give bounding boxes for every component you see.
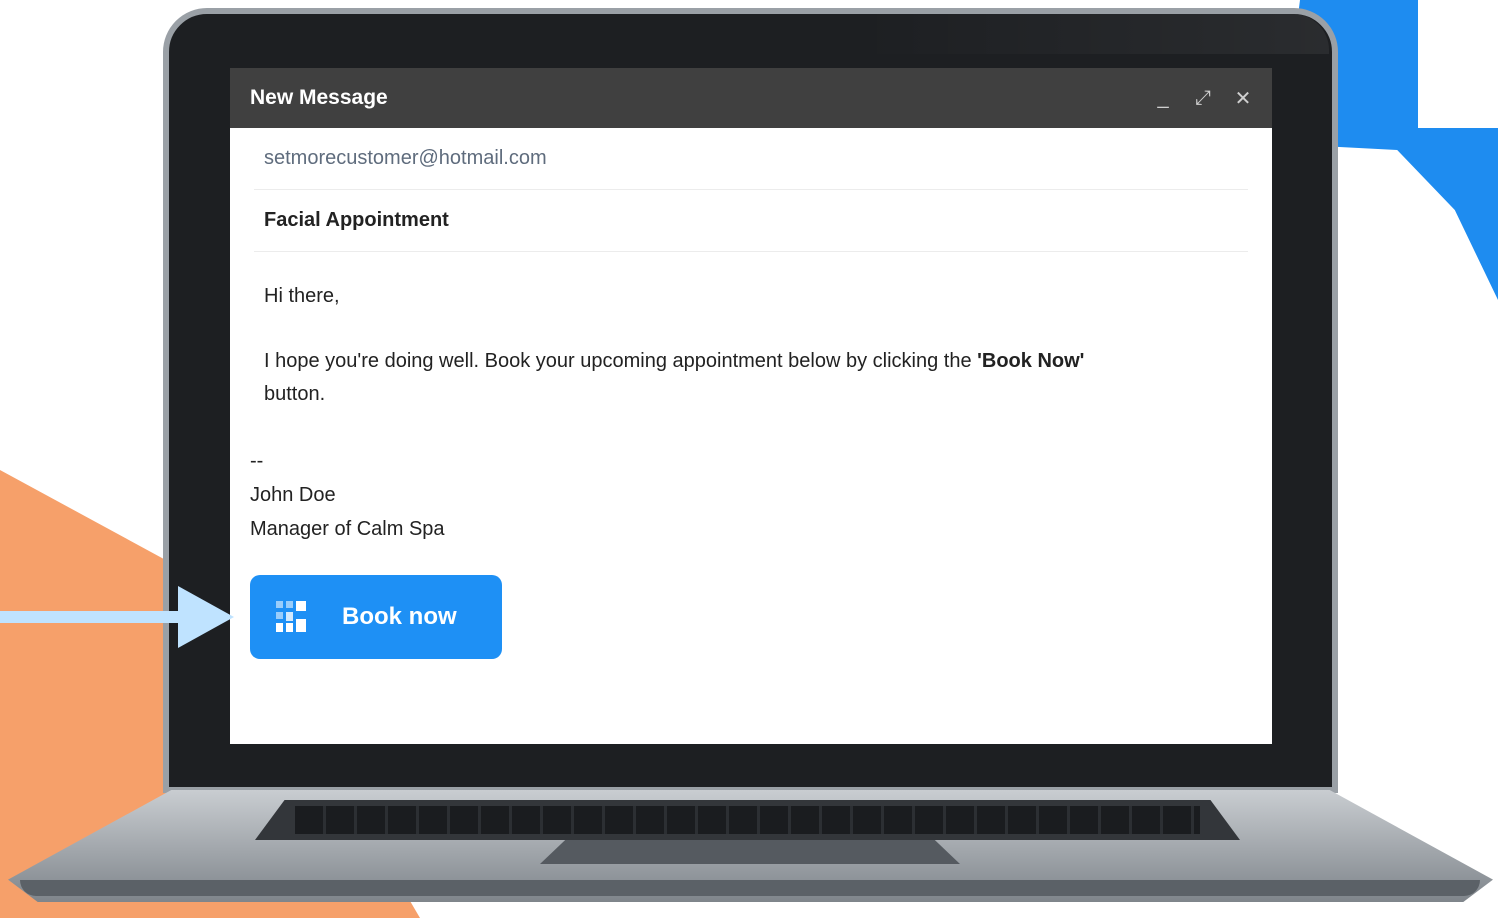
signature-name: John Doe	[250, 484, 336, 506]
email-greeting: Hi there,	[264, 285, 340, 307]
recipient-field[interactable]: setmorecustomer@hotmail.com	[254, 128, 1248, 190]
paragraph-bold-text: 'Book Now'	[977, 350, 1085, 372]
laptop-base-edge	[20, 880, 1480, 896]
recipient-address: setmorecustomer@hotmail.com	[264, 147, 547, 169]
subject-field[interactable]: Facial Appointment	[254, 190, 1248, 252]
book-now-label: Book now	[342, 603, 457, 630]
email-body[interactable]: Hi there, I hope you're doing well. Book…	[230, 252, 1272, 411]
laptop-notch	[540, 840, 960, 864]
pointer-arrow-icon	[0, 586, 234, 648]
email-titlebar: New Message _ ⤢ ✕	[230, 68, 1272, 128]
close-icon[interactable]: ✕	[1234, 86, 1252, 111]
signature-title: Manager of Calm Spa	[250, 518, 445, 540]
window-controls: _ ⤢ ✕	[1154, 86, 1252, 111]
paragraph-text-before: I hope you're doing well. Book your upco…	[264, 350, 978, 372]
subject-text: Facial Appointment	[264, 209, 449, 231]
minimize-icon[interactable]: _	[1154, 87, 1172, 110]
email-paragraph: I hope you're doing well. Book your upco…	[264, 345, 1124, 411]
paragraph-text-after: button.	[264, 383, 326, 405]
book-now-button[interactable]: Book now	[250, 575, 502, 659]
email-window-title: New Message	[250, 86, 388, 109]
setmore-logo-icon	[276, 601, 306, 632]
laptop-keyboard	[255, 800, 1240, 840]
background-cutout	[1418, 0, 1498, 128]
signature-separator: --	[250, 450, 264, 472]
email-signature: -- John Doe Manager of Calm Spa	[250, 444, 445, 546]
email-compose-window: New Message _ ⤢ ✕ setmorecustomer@hotmai…	[230, 68, 1272, 744]
expand-icon[interactable]: ⤢	[1194, 87, 1212, 110]
